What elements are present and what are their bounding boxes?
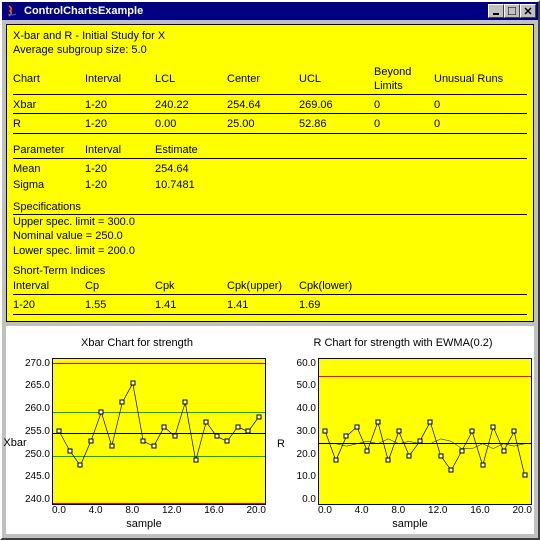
- y-axis-label: Xbar: [8, 358, 22, 530]
- titlebar[interactable]: ControlChartsExample: [2, 2, 538, 20]
- th-beyond: Beyond Limits: [374, 64, 434, 95]
- spec-nominal: Nominal value = 250.0: [13, 229, 527, 243]
- th-interval2: Interval: [85, 142, 155, 159]
- y-ticks: 270.0265.0260.0255.0250.0245.0240.0: [22, 358, 52, 505]
- content-area: X-bar and R - Initial Study for X Averag…: [2, 20, 538, 538]
- y-axis-label: R: [274, 358, 288, 530]
- indices-title: Short-Term Indices: [13, 264, 527, 278]
- th-lcl: LCL: [155, 64, 227, 95]
- app-window: ControlChartsExample X-bar and R - Initi…: [0, 0, 540, 540]
- java-icon: [4, 3, 20, 19]
- x-axis-label: sample: [288, 518, 532, 530]
- xbar-chart: Xbar Chart for strength Xbar 270.0265.02…: [8, 330, 266, 530]
- th-center: Center: [227, 64, 299, 95]
- charts-table: Chart Interval LCL Center UCL Beyond Lim…: [13, 64, 527, 136]
- th-param: Parameter: [13, 142, 85, 159]
- window-buttons: [488, 4, 536, 18]
- param-table: Parameter Interval Estimate Mean 1-20 25…: [13, 142, 527, 194]
- report-heading: X-bar and R - Initial Study for X: [13, 29, 527, 43]
- close-button[interactable]: [520, 4, 536, 18]
- table-row: Xbar 1-20 240.22 254.64 269.06 0 0: [13, 97, 527, 114]
- minimize-button[interactable]: [488, 4, 504, 18]
- th-chart: Chart: [13, 64, 85, 95]
- maximize-button[interactable]: [504, 4, 520, 18]
- r-chart: R Chart for strength with EWMA(0.2) R 60…: [274, 330, 532, 530]
- table-row: Mean 1-20 254.64: [13, 161, 527, 177]
- table-row: Sigma 1-20 10.7481: [13, 177, 527, 193]
- spec-upper: Upper spec. limit = 300.0: [13, 215, 527, 229]
- table-row: 1-20 1.55 1.41 1.41 1.69: [13, 297, 527, 314]
- subgroup-size: Average subgroup size: 5.0: [13, 43, 527, 57]
- y-ticks: 60.050.040.030.020.010.00.0: [288, 358, 318, 505]
- report-panel: X-bar and R - Initial Study for X Averag…: [6, 24, 534, 322]
- specs-title: Specifications: [13, 200, 527, 214]
- th-ucl: UCL: [299, 64, 374, 95]
- charts-area: Xbar Chart for strength Xbar 270.0265.02…: [6, 326, 534, 534]
- indices-section: Short-Term Indices Interval Cp Cpk Cpk(u…: [13, 264, 527, 317]
- indices-table: Interval Cp Cpk Cpk(upper) Cpk(lower) 1-…: [13, 278, 527, 317]
- x-axis-label: sample: [22, 518, 266, 530]
- plot-area: [52, 358, 266, 505]
- plot-area: [318, 358, 532, 505]
- spec-lower: Lower spec. limit = 200.0: [13, 244, 527, 258]
- x-ticks: 0.04.08.012.016.020.0: [288, 505, 532, 516]
- chart-title: R Chart for strength with EWMA(0.2): [274, 330, 532, 356]
- chart-title: Xbar Chart for strength: [8, 330, 266, 356]
- specs-section: Specifications Upper spec. limit = 300.0…: [13, 200, 527, 258]
- window-title: ControlChartsExample: [24, 5, 488, 17]
- table-row: R 1-20 0.00 25.00 52.86 0 0: [13, 116, 527, 133]
- th-interval: Interval: [85, 64, 155, 95]
- th-unusual: Unusual Runs: [434, 64, 527, 95]
- x-ticks: 0.04.08.012.016.020.0: [22, 505, 266, 516]
- th-estimate: Estimate: [155, 142, 527, 159]
